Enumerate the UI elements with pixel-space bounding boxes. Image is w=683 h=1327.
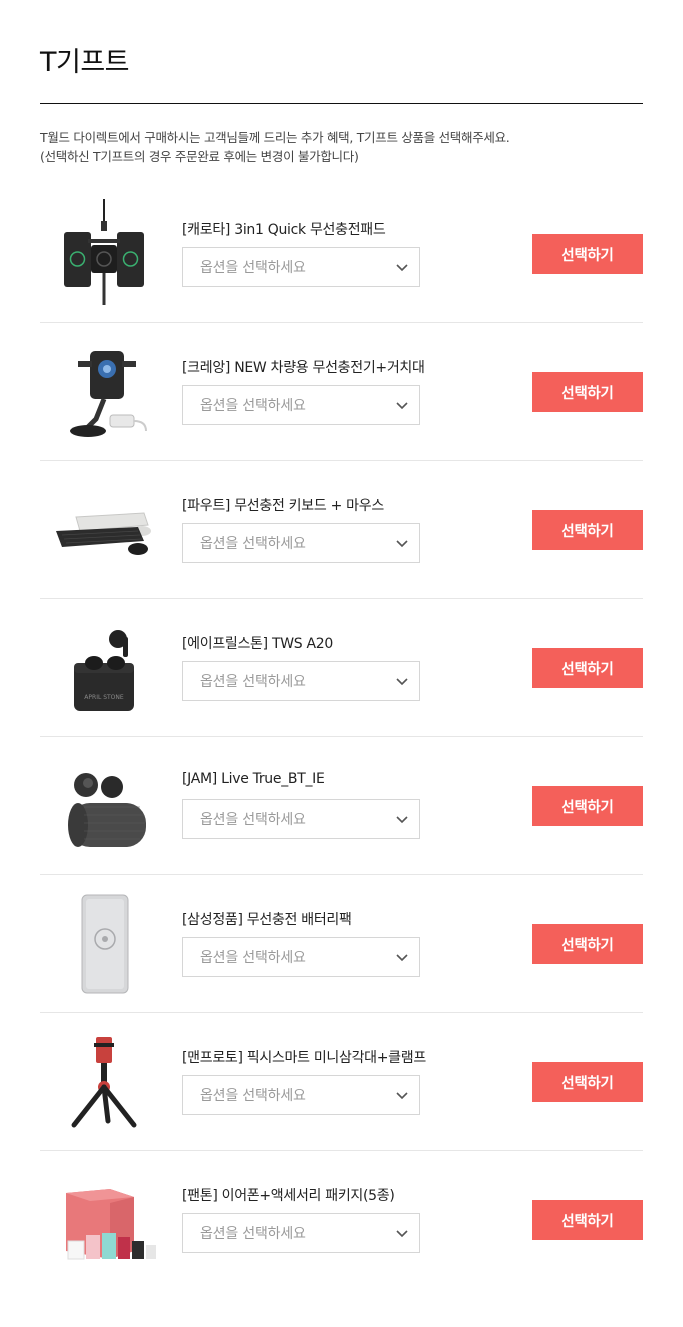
gift-item: [팬톤] 이어폰+액세서리 패키지(5종) 옵션을 선택하세요 선택하기 xyxy=(40,1151,643,1289)
page-description: T월드 다이렉트에서 구매하시는 고객님들께 드리는 추가 혜택, T기프트 상… xyxy=(40,128,643,166)
select-gift-button[interactable]: 선택하기 xyxy=(532,372,643,412)
option-select[interactable]: 옵션을 선택하세요 xyxy=(182,937,420,977)
option-select[interactable]: 옵션을 선택하세요 xyxy=(182,1213,420,1253)
option-select-value: 옵션을 선택하세요 xyxy=(200,812,306,828)
gift-name: [파우트] 무선충전 키보드 + 마우스 xyxy=(182,498,384,514)
select-gift-button[interactable]: 선택하기 xyxy=(532,1062,643,1102)
chevron-down-icon xyxy=(396,954,408,962)
gift-item: [크레앙] NEW 차량용 무선충전기+거치대 옵션을 선택하세요 선택하기 xyxy=(40,323,643,461)
gift-name: [삼성정품] 무선충전 배터리팩 xyxy=(182,912,352,928)
svg-text:APRIL STONE: APRIL STONE xyxy=(84,694,124,701)
accessory-package-icon xyxy=(48,1159,160,1281)
option-select-value: 옵션을 선택하세요 xyxy=(200,1088,306,1104)
option-select[interactable]: 옵션을 선택하세요 xyxy=(182,799,420,839)
tgift-page: T기프트 T월드 다이렉트에서 구매하시는 고객님들께 드리는 추가 혜택, T… xyxy=(0,0,683,1327)
earbuds-speaker-icon xyxy=(48,745,160,867)
option-select-value: 옵션을 선택하세요 xyxy=(200,260,306,276)
gift-item: [삼성정품] 무선충전 배터리팩 옵션을 선택하세요 선택하기 xyxy=(40,875,643,1013)
gift-item: [맨프로토] 픽시스마트 미니삼각대+클램프 옵션을 선택하세요 선택하기 xyxy=(40,1013,643,1151)
gift-name: [JAM] Live True_BT_IE xyxy=(182,771,325,787)
option-select[interactable]: 옵션을 선택하세요 xyxy=(182,523,420,563)
gift-item: APRIL STONE [에이프릴스톤] TWS A20 옵션을 선택하세요 선… xyxy=(40,599,643,737)
chevron-down-icon xyxy=(396,1230,408,1238)
gift-list: [캐로타] 3in1 Quick 무선충전패드 옵션을 선택하세요 선택하기 [… xyxy=(40,185,643,1289)
chevron-down-icon xyxy=(396,402,408,410)
gift-item: [JAM] Live True_BT_IE 옵션을 선택하세요 선택하기 xyxy=(40,737,643,875)
select-gift-button[interactable]: 선택하기 xyxy=(532,234,643,274)
option-select-value: 옵션을 선택하세요 xyxy=(200,536,306,552)
option-select[interactable]: 옵션을 선택하세요 xyxy=(182,1075,420,1115)
option-select-value: 옵션을 선택하세요 xyxy=(200,398,306,414)
chevron-down-icon xyxy=(396,1092,408,1100)
select-gift-button[interactable]: 선택하기 xyxy=(532,924,643,964)
option-select-value: 옵션을 선택하세요 xyxy=(200,674,306,690)
mini-tripod-icon xyxy=(48,1021,160,1143)
select-gift-button[interactable]: 선택하기 xyxy=(532,786,643,826)
gift-name: [캐로타] 3in1 Quick 무선충전패드 xyxy=(182,222,386,238)
select-gift-button[interactable]: 선택하기 xyxy=(532,648,643,688)
description-line-2: (선택하신 T기프트의 경우 주문완료 후에는 변경이 불가합니다) xyxy=(40,149,359,164)
page-title: T기프트 xyxy=(40,47,130,78)
title-divider xyxy=(40,103,643,104)
select-gift-button[interactable]: 선택하기 xyxy=(532,1200,643,1240)
option-select[interactable]: 옵션을 선택하세요 xyxy=(182,247,420,287)
gift-name: [팬톤] 이어폰+액세서리 패키지(5종) xyxy=(182,1188,395,1204)
wireless-charging-pad-icon xyxy=(48,193,160,315)
description-line-1: T월드 다이렉트에서 구매하시는 고객님들께 드리는 추가 혜택, T기프트 상… xyxy=(40,130,510,145)
gift-name: [크레앙] NEW 차량용 무선충전기+거치대 xyxy=(182,360,425,376)
option-select-value: 옵션을 선택하세요 xyxy=(200,950,306,966)
keyboard-mouse-icon xyxy=(48,469,160,591)
car-mount-charger-icon xyxy=(48,331,160,453)
option-select[interactable]: 옵션을 선택하세요 xyxy=(182,661,420,701)
select-gift-button[interactable]: 선택하기 xyxy=(532,510,643,550)
gift-item: [캐로타] 3in1 Quick 무선충전패드 옵션을 선택하세요 선택하기 xyxy=(40,185,643,323)
gift-name: [에이프릴스톤] TWS A20 xyxy=(182,636,333,652)
chevron-down-icon xyxy=(396,678,408,686)
gift-name: [맨프로토] 픽시스마트 미니삼각대+클램프 xyxy=(182,1050,426,1066)
earbuds-case-icon: APRIL STONE xyxy=(48,607,160,729)
gift-item: [파우트] 무선충전 키보드 + 마우스 옵션을 선택하세요 선택하기 xyxy=(40,461,643,599)
chevron-down-icon xyxy=(396,816,408,824)
battery-pack-icon xyxy=(48,883,160,1005)
option-select[interactable]: 옵션을 선택하세요 xyxy=(182,385,420,425)
chevron-down-icon xyxy=(396,540,408,548)
option-select-value: 옵션을 선택하세요 xyxy=(200,1226,306,1242)
chevron-down-icon xyxy=(396,264,408,272)
